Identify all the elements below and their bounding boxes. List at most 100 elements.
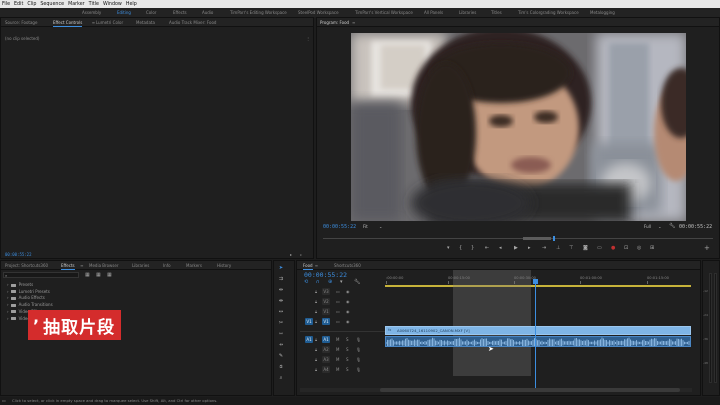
source-patch[interactable]: A1 xyxy=(305,336,313,343)
lock-icon[interactable]: 🔒︎ xyxy=(315,347,317,352)
expand-arrow-icon[interactable]: › xyxy=(7,302,9,307)
workspace-tab[interactable]: Effects xyxy=(173,10,187,15)
menu-clip[interactable]: Clip xyxy=(27,2,36,7)
extract-icon[interactable]: ⊤ xyxy=(569,246,573,251)
voiceover-icon[interactable]: 🎙︎ xyxy=(356,337,361,342)
yuv-icon[interactable]: ▦ xyxy=(107,272,112,278)
timeline-settings-icon[interactable]: 🔧︎ xyxy=(354,280,360,285)
marker-icon[interactable]: ▾ xyxy=(447,246,450,251)
menu-sequence[interactable]: Sequence xyxy=(40,2,64,7)
program-menu-icon[interactable]: ≡ xyxy=(352,20,355,25)
mute-icon[interactable]: M xyxy=(336,347,339,352)
workspace-tab[interactable]: Assembly xyxy=(82,10,101,15)
tab-menu-icon[interactable]: ≡ xyxy=(80,263,83,268)
program-video-frame[interactable] xyxy=(351,33,686,221)
workspace-tab[interactable]: TimParr's Editing Workspace xyxy=(230,10,287,15)
step-back-icon[interactable]: ◂ xyxy=(499,246,502,251)
sync-icon[interactable]: ▭ xyxy=(336,319,340,324)
solo-icon[interactable]: S xyxy=(346,337,349,342)
linked-select-icon[interactable]: ⊕ xyxy=(328,280,332,285)
expand-arrow-icon[interactable]: › xyxy=(7,316,9,321)
track-target[interactable]: V1 xyxy=(322,318,330,325)
tab-effects[interactable]: Effects xyxy=(61,263,75,270)
playhead-head[interactable] xyxy=(533,279,538,284)
tab-lumetri-color[interactable]: Lumetri Color xyxy=(96,20,123,25)
workspace-tab[interactable]: SteelPod Workspace xyxy=(298,10,339,15)
expand-arrow-icon[interactable]: › xyxy=(7,289,9,294)
tab-history[interactable]: History xyxy=(217,263,231,268)
sync-icon[interactable]: ▭ xyxy=(336,309,340,314)
mark-in-icon[interactable]: { xyxy=(459,246,462,251)
accelerated-icon[interactable]: ▦ xyxy=(96,272,101,278)
sync-icon[interactable]: ▭ xyxy=(336,289,340,294)
razor-tool-icon[interactable]: ✂ xyxy=(278,320,284,326)
effects-list-item[interactable]: › Audio Effects xyxy=(7,295,45,301)
vr-icon[interactable]: ▭ xyxy=(597,246,602,251)
expand-arrow-icon[interactable]: › xyxy=(7,309,9,314)
multicam-icon[interactable]: ⊡ xyxy=(624,246,628,251)
eye-icon[interactable]: ◉ xyxy=(346,319,350,324)
tab-menu-icon[interactable]: ≡ xyxy=(92,20,95,25)
voiceover-icon[interactable]: 🎙︎ xyxy=(356,357,361,362)
pen-tool-icon[interactable]: ✎ xyxy=(278,353,284,359)
lock-icon[interactable]: 🔒︎ xyxy=(315,319,317,324)
mute-icon[interactable]: M xyxy=(336,357,339,362)
tab-effect-controls[interactable]: Effect Controls xyxy=(53,20,83,27)
tab-libraries[interactable]: Libraries xyxy=(132,263,149,268)
workspace-tab[interactable]: Metalogging xyxy=(590,10,615,15)
go-to-out-icon[interactable]: ⇥ xyxy=(542,246,546,251)
track-target[interactable]: V3 xyxy=(322,288,330,295)
track-target[interactable]: V1 xyxy=(322,308,330,315)
lock-icon[interactable]: 🔒︎ xyxy=(315,337,317,342)
menu-file[interactable]: File xyxy=(2,2,10,7)
track-target[interactable]: A2 xyxy=(322,346,330,353)
video-clip[interactable]: fx A0060724_16110902_CANON.MXF [V] xyxy=(385,326,691,335)
tab-food[interactable]: Food xyxy=(303,263,313,270)
go-to-in-icon[interactable]: ⇤ xyxy=(485,246,489,251)
rolling-edit-tool-icon[interactable]: ⇼ xyxy=(278,298,284,304)
mute-icon[interactable]: M xyxy=(336,367,339,372)
lock-icon[interactable]: 🔒︎ xyxy=(315,299,317,304)
eye-icon[interactable]: ◉ xyxy=(346,309,350,314)
solo-icon[interactable]: S xyxy=(346,347,349,352)
solo-icon[interactable]: S xyxy=(346,367,349,372)
tab-menu-icon[interactable]: ≡ xyxy=(315,263,318,268)
scrollbar-thumb[interactable] xyxy=(380,388,680,392)
expand-arrow-icon[interactable]: › xyxy=(7,295,9,300)
workspace-tab[interactable]: All Panels xyxy=(424,10,443,15)
track-target[interactable]: A4 xyxy=(322,366,330,373)
menu-title[interactable]: Title xyxy=(89,2,99,7)
audio-clip[interactable] xyxy=(385,336,691,347)
panel-menu-icon[interactable]: ⋮ xyxy=(306,36,310,41)
solo-icon[interactable]: S xyxy=(346,357,349,362)
lock-icon[interactable]: 🔒︎ xyxy=(315,289,317,294)
zoom-tool-icon[interactable]: ⌕ xyxy=(278,375,284,381)
workspace-tab[interactable]: Libraries xyxy=(459,10,476,15)
camera-icon[interactable]: ◙ xyxy=(583,246,588,251)
menu-help[interactable]: Help xyxy=(126,2,137,7)
effects-search-field[interactable]: ⌕ xyxy=(3,272,79,278)
wrench-icon[interactable]: 🔧︎ xyxy=(669,223,675,229)
timeline-timecode[interactable]: 00:00:55:22 xyxy=(304,271,347,279)
workspace-tab[interactable]: Editing xyxy=(117,10,131,15)
lock-icon[interactable]: 🔒︎ xyxy=(315,357,317,362)
lock-icon[interactable]: 🔒︎ xyxy=(315,309,317,314)
tab-info[interactable]: Info xyxy=(163,263,171,268)
add-marker-icon[interactable]: ▾ xyxy=(340,280,343,285)
play-icon[interactable]: ▶ xyxy=(514,246,518,251)
menu-window[interactable]: Window xyxy=(103,2,122,7)
tab-media-browser[interactable]: Media Browser xyxy=(89,263,119,268)
mute-icon[interactable]: M xyxy=(336,337,339,342)
voiceover-icon[interactable]: 🎙︎ xyxy=(356,347,361,352)
track-target[interactable]: V2 xyxy=(322,298,330,305)
expand-arrow-icon[interactable]: › xyxy=(7,282,9,287)
playhead-marker[interactable] xyxy=(553,236,555,241)
hand-tool-icon[interactable]: ✋︎ xyxy=(278,364,284,370)
workspace-tab[interactable]: Titles xyxy=(491,10,502,15)
export-icon[interactable]: ▸ xyxy=(290,252,292,257)
snap-icon[interactable]: ∩ xyxy=(316,280,320,285)
lift-icon[interactable]: ⊥ xyxy=(556,246,560,251)
eye-icon[interactable]: ◉ xyxy=(346,299,350,304)
track-target[interactable]: A3 xyxy=(322,356,330,363)
eye-icon[interactable]: ◉ xyxy=(346,289,350,294)
